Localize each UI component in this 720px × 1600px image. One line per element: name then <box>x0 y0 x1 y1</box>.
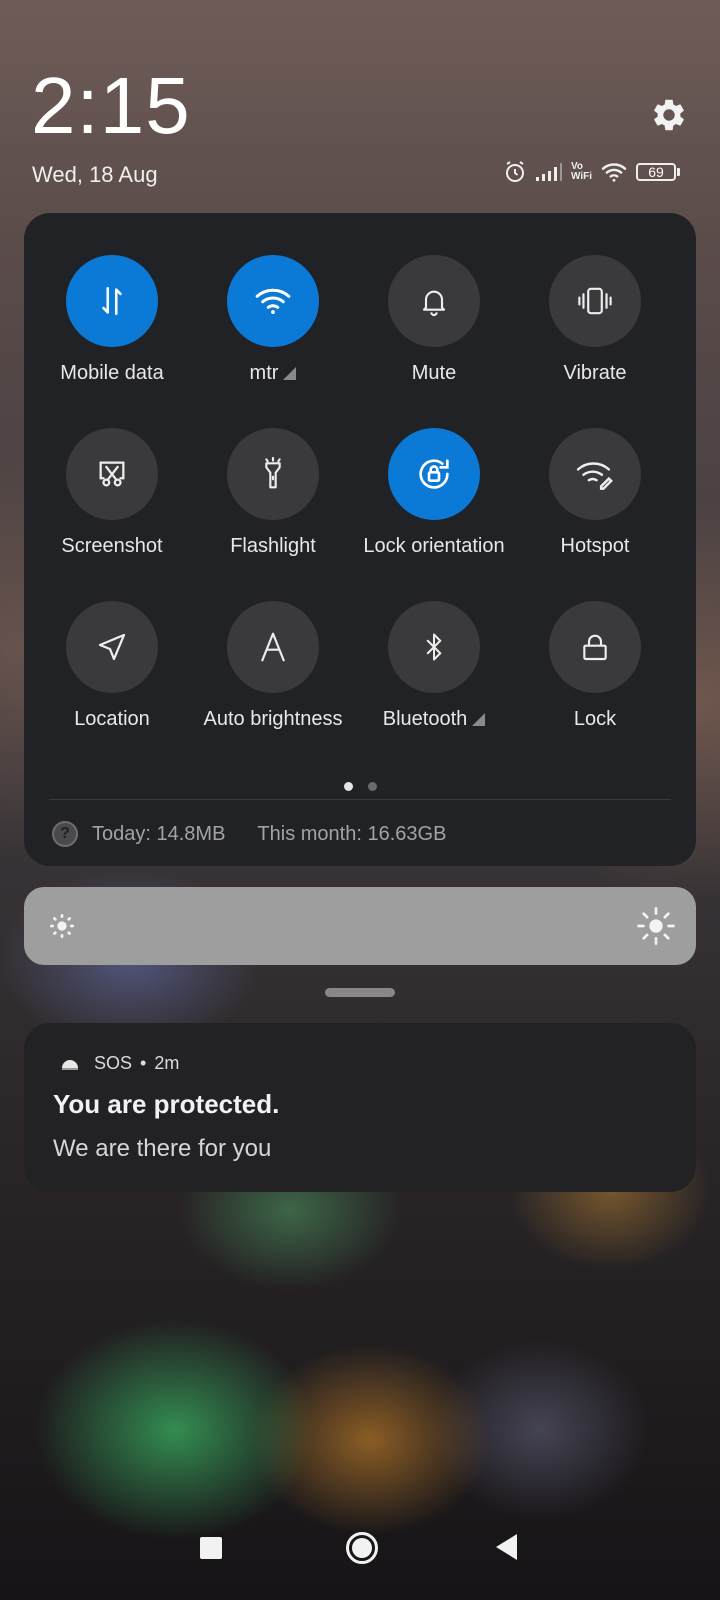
tile-label: Lock orientation <box>363 535 505 557</box>
date-label: Wed, 18 Aug <box>32 162 158 187</box>
tile-lock-button[interactable] <box>549 601 641 693</box>
brightness-low-icon <box>50 914 74 938</box>
location-icon <box>98 633 126 661</box>
tile-screenshot-button[interactable] <box>66 428 158 520</box>
help-icon: ? <box>52 821 78 847</box>
bell-icon <box>422 290 446 316</box>
brightness-high-icon <box>637 907 675 945</box>
tile-vibrate-button[interactable] <box>549 255 641 347</box>
page-indicator <box>24 782 696 791</box>
tile-wifi[interactable]: mtr <box>191 255 355 385</box>
tile-lock-orientation-button[interactable] <box>388 428 480 520</box>
battery-icon: 69 <box>636 163 680 181</box>
tile-label: Auto brightness <box>203 708 343 730</box>
tile-location[interactable]: Location <box>30 601 194 731</box>
clock-time: 2:15 <box>31 61 191 150</box>
tile-vibrate[interactable]: Vibrate <box>513 255 677 385</box>
battery-level: 69 <box>636 163 676 181</box>
tile-mobile-data-button[interactable] <box>66 255 158 347</box>
data-usage-today: Today: 14.8MB <box>92 822 226 845</box>
vibrate-icon <box>578 287 612 315</box>
tile-auto-brightness-button[interactable] <box>227 601 319 693</box>
notification-header: SOS • 2m <box>60 1053 179 1074</box>
tile-label: Location <box>74 708 150 730</box>
tile-bluetooth[interactable]: Bluetooth <box>352 601 516 731</box>
recents-button[interactable] <box>200 1537 222 1559</box>
tile-auto-brightness[interactable]: Auto brightness <box>191 601 355 731</box>
tile-lock-orientation[interactable]: Lock orientation <box>352 428 516 558</box>
rotation-lock-icon <box>419 459 449 489</box>
navigation-bar <box>0 1520 720 1600</box>
notification-card[interactable]: SOS • 2m You are protected. We are there… <box>24 1023 696 1192</box>
wifi-icon <box>255 288 291 314</box>
expand-indicator-icon <box>283 367 297 380</box>
quick-settings-panel: Mobile data mtr Mute Vibrate Screenshot … <box>24 213 696 866</box>
signal-icon <box>535 163 562 181</box>
tile-label: Bluetooth <box>382 708 468 730</box>
tile-bluetooth-button[interactable] <box>388 601 480 693</box>
expand-indicator-icon <box>472 713 486 726</box>
tile-label: Hotspot <box>560 535 630 557</box>
tile-lock[interactable]: Lock <box>513 601 677 731</box>
tile-label: Flashlight <box>230 535 316 557</box>
tile-location-button[interactable] <box>66 601 158 693</box>
tile-hotspot-button[interactable] <box>549 428 641 520</box>
page-dot-active[interactable] <box>343 782 353 791</box>
tile-label: mtr <box>249 362 279 384</box>
notification-time: 2m <box>154 1053 180 1073</box>
status-icons: Vo WiFi 69 <box>503 160 680 184</box>
hotspot-icon <box>576 462 613 490</box>
brightness-slider[interactable] <box>24 887 696 965</box>
notification-app-name: SOS <box>94 1053 133 1073</box>
vowifi-icon: Vo WiFi <box>570 161 592 182</box>
settings-gear-icon[interactable] <box>650 96 688 134</box>
screenshot-icon <box>99 461 125 487</box>
mobile-data-icon <box>102 286 122 316</box>
home-button[interactable] <box>345 1531 379 1565</box>
data-usage-row[interactable]: ? Today: 14.8MB This month: 16.63GB <box>52 821 446 847</box>
drag-handle[interactable] <box>325 988 395 997</box>
data-usage-month: This month: 16.63GB <box>257 822 447 845</box>
tile-mute[interactable]: Mute <box>352 255 516 385</box>
page-dot[interactable] <box>367 782 377 791</box>
notification-separator: • <box>140 1053 147 1073</box>
tile-label: Mute <box>411 362 457 384</box>
back-button[interactable] <box>496 1534 517 1560</box>
divider <box>49 799 671 800</box>
tile-mute-button[interactable] <box>388 255 480 347</box>
lock-icon <box>583 634 607 661</box>
tile-label: Mobile data <box>60 362 164 384</box>
notification-body: We are there for you <box>53 1135 272 1162</box>
flashlight-icon <box>265 456 281 489</box>
tile-flashlight-button[interactable] <box>227 428 319 520</box>
bluetooth-icon <box>426 633 442 661</box>
tile-wifi-button[interactable] <box>227 255 319 347</box>
tile-label: Screenshot <box>61 535 163 557</box>
tile-flashlight[interactable]: Flashlight <box>191 428 355 558</box>
tile-label: Vibrate <box>563 362 627 384</box>
tile-screenshot[interactable]: Screenshot <box>30 428 194 558</box>
tile-mobile-data[interactable]: Mobile data <box>30 255 194 385</box>
tile-label: Lock <box>573 708 617 730</box>
notification-title: You are protected. <box>53 1089 280 1119</box>
tile-hotspot[interactable]: Hotspot <box>513 428 677 558</box>
alarm-icon <box>505 161 524 182</box>
sos-app-icon <box>62 1059 78 1070</box>
auto-brightness-icon <box>261 632 285 662</box>
wifi-icon <box>601 163 627 182</box>
